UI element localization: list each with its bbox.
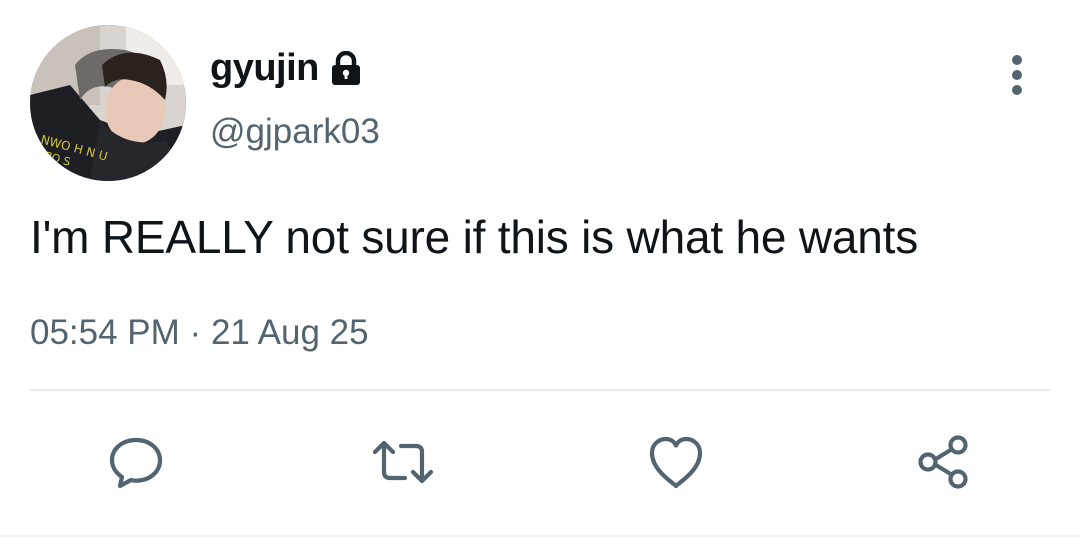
reply-button[interactable] [104, 430, 168, 494]
action-bar [0, 430, 1080, 494]
like-button[interactable] [644, 430, 708, 494]
like-icon [649, 436, 703, 489]
author-name-row: gyujin [210, 44, 363, 92]
display-name[interactable]: gyujin [210, 44, 319, 92]
tweet-timestamp[interactable]: 05:54 PM · 21 Aug 25 [30, 310, 369, 356]
tweet-date: 21 Aug 25 [210, 313, 369, 352]
share-button[interactable] [911, 430, 975, 494]
avatar[interactable]: NWO H N U ƎO S [30, 25, 186, 181]
retweet-button[interactable] [371, 430, 435, 494]
tweet-text: I'm REALLY not sure if this is what he w… [30, 211, 919, 263]
reply-icon [109, 437, 163, 489]
share-icon [918, 435, 968, 489]
lock-icon [329, 50, 363, 87]
meta-separator: · [189, 313, 202, 352]
tweet-card: NWO H N U ƎO S gyujin @gjpark03 I'm REAL… [0, 0, 1080, 555]
tweet-time: 05:54 PM [30, 313, 180, 352]
avatar-photo: NWO H N U ƎO S [30, 25, 186, 181]
user-handle[interactable]: @gjpark03 [210, 109, 380, 155]
more-options-icon[interactable] [1000, 52, 1034, 98]
retweet-icon [372, 440, 434, 484]
bottom-divider [0, 535, 1080, 537]
divider [30, 389, 1050, 391]
